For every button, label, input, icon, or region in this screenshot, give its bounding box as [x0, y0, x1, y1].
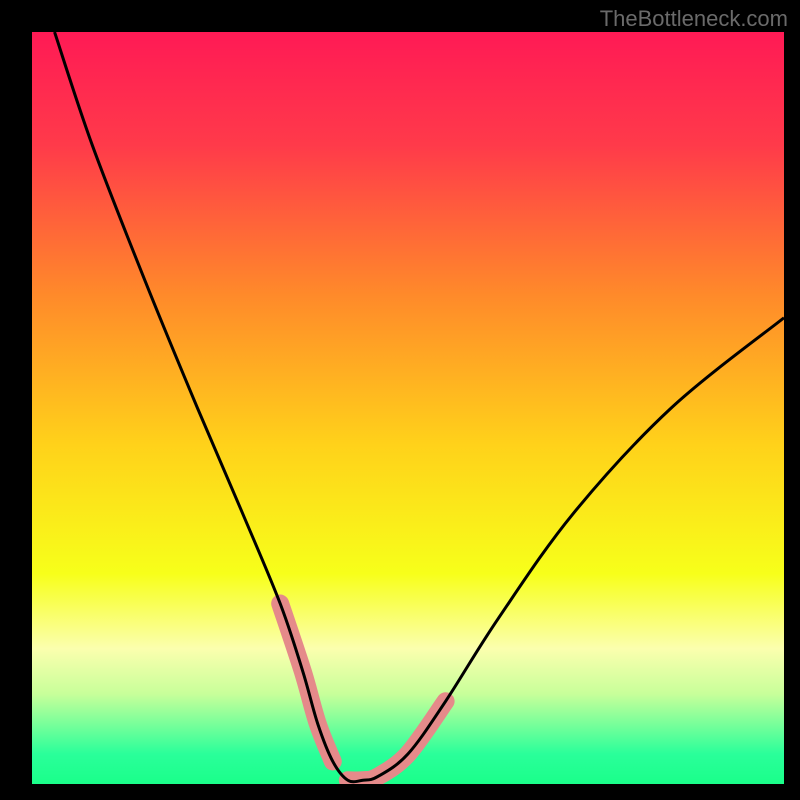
watermark-text: TheBottleneck.com — [600, 6, 788, 32]
bottleneck-curve — [32, 32, 784, 784]
main-curve-path — [55, 32, 784, 782]
highlight-right-segment — [348, 701, 446, 780]
plot-area — [32, 32, 784, 784]
